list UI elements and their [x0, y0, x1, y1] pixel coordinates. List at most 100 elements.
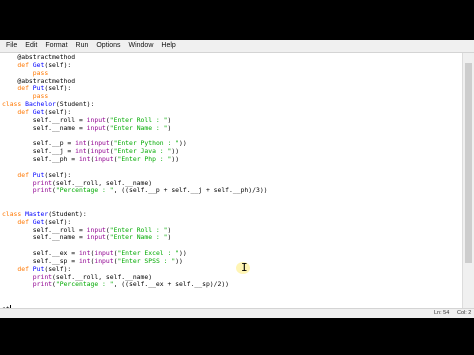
code-editor[interactable]: @abstractmethod def Get(self): pass @abs…: [0, 53, 462, 308]
menu-run[interactable]: Run: [72, 40, 93, 52]
code-token: def: [17, 60, 29, 69]
code-token: "Percentage : ": [55, 186, 114, 195]
code-token: print: [32, 186, 53, 195]
menu-file[interactable]: File: [2, 40, 21, 52]
code-token: "Enter Excel : ": [117, 249, 180, 258]
code-token: "Enter Name : ": [109, 123, 168, 132]
menu-help[interactable]: Help: [157, 40, 179, 52]
top-letterbox: [0, 0, 474, 40]
code-token: class: [2, 100, 22, 109]
code-token: int: [75, 139, 87, 148]
code-token: )): [179, 139, 187, 148]
code-token: Bachelor: [25, 100, 56, 109]
code-token: , ((self.__p + self.__j + self.__ph)/3)): [113, 186, 268, 195]
code-token: class: [2, 209, 22, 218]
code-token: self.__ex =: [2, 249, 79, 258]
code-token: self.__sp =: [2, 256, 79, 265]
menu-edit[interactable]: Edit: [21, 40, 41, 52]
code-token: self.__roll =: [2, 225, 87, 234]
code-token: input: [86, 123, 106, 132]
text-ibeam-icon: I: [241, 261, 248, 274]
code-token: (self):: [44, 107, 72, 116]
status-column-number: Col: 2: [457, 310, 472, 316]
code-token: (Student):: [48, 209, 87, 218]
code-token: (Student):: [55, 100, 95, 109]
code-token: (self):: [44, 84, 72, 93]
code-token: (self):: [44, 217, 72, 226]
code-token: Get: [32, 217, 45, 226]
code-token: (self.__roll, self.__name): [52, 178, 153, 187]
code-token: (self):: [44, 264, 72, 273]
code-token: input: [86, 115, 106, 124]
code-token: def: [17, 217, 29, 226]
code-token: @abstractmethod: [2, 76, 76, 85]
code-token: @abstractmethod: [2, 53, 76, 61]
code-token: (self.__roll, self.__name): [52, 272, 153, 281]
code-token: input: [90, 139, 110, 148]
code-token: Master: [25, 209, 49, 218]
code-token: input: [94, 256, 114, 265]
menu-options[interactable]: Options: [92, 40, 124, 52]
code-token: ): [167, 225, 172, 234]
code-token: def: [17, 84, 29, 93]
code-token: ): [167, 233, 172, 242]
code-line[interactable]: [2, 195, 268, 203]
code-token: Put: [32, 264, 45, 273]
menu-format[interactable]: Format: [41, 40, 71, 52]
code-token: print: [32, 178, 53, 187]
code-line[interactable]: self.__ph = int(input("Enter Php : ")): [2, 154, 268, 164]
code-token: "Enter Php : ": [117, 154, 172, 163]
code-token: )): [171, 154, 180, 163]
code-token: print: [32, 272, 53, 281]
code-token: "Enter Roll : ": [109, 225, 168, 234]
menu-window[interactable]: Window: [124, 40, 157, 52]
code-line[interactable]: [2, 289, 268, 297]
code-token: int: [78, 256, 91, 265]
code-token: self.__j =: [2, 147, 76, 156]
menu-bar: File Edit Format Run Options Window Help: [0, 40, 474, 53]
code-token: )): [179, 249, 187, 258]
code-line[interactable]: self.__name = input("Enter Name : "): [2, 123, 268, 133]
code-line[interactable]: print("Percentage : ", ((self.__ex + sel…: [2, 281, 268, 289]
code-line[interactable]: [2, 297, 268, 305]
code-token: input: [90, 147, 110, 156]
code-text[interactable]: @abstractmethod def Get(self): pass @abs…: [2, 53, 268, 308]
status-line-number: Ln: 54: [434, 310, 450, 316]
code-token: pass: [32, 92, 49, 101]
code-token: self.__roll =: [2, 115, 87, 124]
code-token: int: [78, 154, 91, 163]
code-line[interactable]: print("Percentage : ", ((self.__p + self…: [2, 186, 268, 195]
code-token: def: [17, 264, 29, 273]
code-line[interactable]: self.__name = input("Enter Name : "): [2, 233, 268, 242]
code-token: Get: [32, 107, 45, 116]
code-token: int: [75, 147, 87, 156]
code-token: (self):: [44, 60, 72, 69]
code-token: , ((self.__ex + self.__sp)/2)): [113, 280, 230, 289]
code-token: Put: [32, 170, 45, 179]
code-token: input: [94, 154, 114, 163]
code-token: "Enter Name : ": [109, 233, 168, 242]
code-token: "Enter Python : ": [113, 139, 180, 148]
vertical-scrollbar[interactable]: [462, 53, 474, 308]
code-token: input: [86, 225, 106, 234]
code-token: "Enter SPSS : ": [117, 256, 176, 265]
code-token: )): [171, 147, 180, 156]
code-token: )): [175, 256, 183, 265]
code-token: def: [17, 170, 29, 179]
code-token: "Enter Java : ": [113, 147, 172, 156]
scrollbar-thumb[interactable]: [465, 63, 472, 263]
code-token: int: [78, 249, 91, 258]
code-token: def: [17, 107, 29, 116]
code-token: input: [94, 249, 114, 258]
